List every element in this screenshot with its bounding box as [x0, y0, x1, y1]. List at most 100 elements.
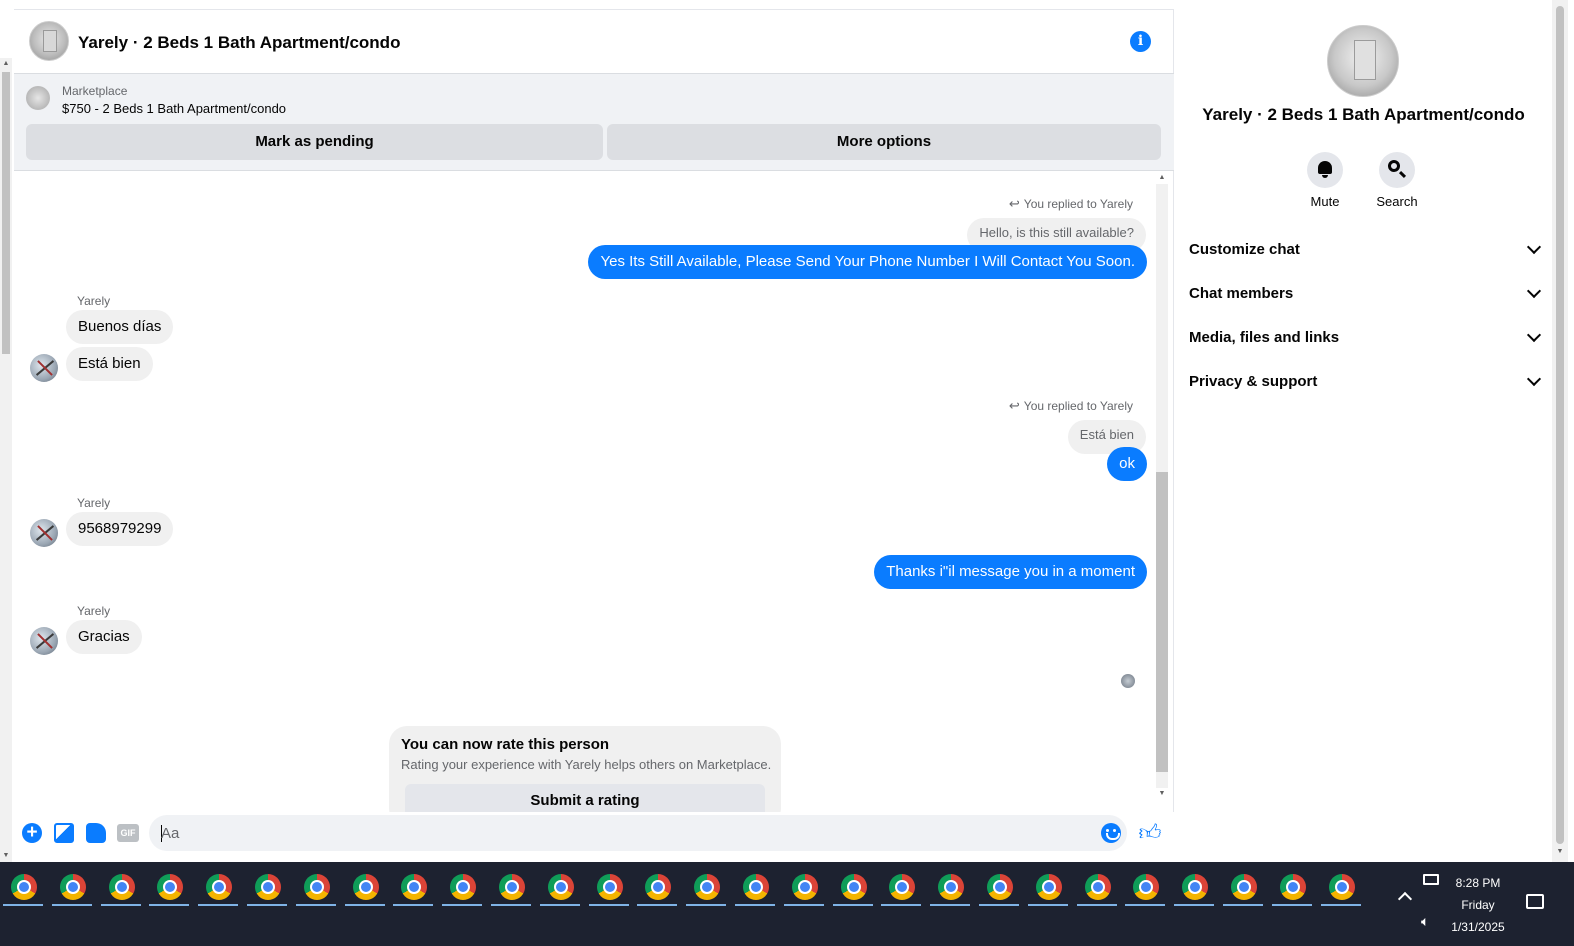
sender-name: Yarely [77, 496, 111, 510]
taskbar-chrome-window[interactable] [684, 866, 730, 906]
contact-avatar[interactable] [30, 627, 58, 655]
outgoing-message[interactable]: ok [1107, 447, 1147, 481]
taskbar-chrome-window[interactable] [1, 866, 47, 906]
taskbar-chrome-window[interactable] [294, 866, 340, 906]
sticker-icon[interactable] [86, 823, 106, 843]
reply-icon: ↩ [1008, 196, 1020, 211]
contact-avatar[interactable] [30, 354, 58, 382]
taskbar-chrome-window[interactable] [343, 866, 389, 906]
scroll-down-arrow-icon[interactable]: ▼ [1154, 788, 1170, 800]
listing-thumbnail[interactable] [26, 86, 50, 110]
scroll-up-arrow-icon[interactable]: ▲ [1154, 172, 1170, 184]
taskbar-chrome-window[interactable] [1123, 866, 1169, 906]
taskbar-chrome-window[interactable] [635, 866, 681, 906]
emoji-icon[interactable] [1101, 823, 1121, 843]
chrome-icon [889, 874, 916, 900]
thread-scrollbar[interactable]: ▲ ▼ [1154, 172, 1170, 800]
plus-icon[interactable]: + [22, 823, 42, 843]
submit-rating-button[interactable]: Submit a rating [405, 784, 765, 812]
taskbar-chrome-window[interactable] [489, 866, 535, 906]
scroll-up-arrow-icon[interactable]: ▲ [0, 58, 12, 70]
active-window-indicator [539, 904, 580, 906]
section-label: Chat members [1189, 285, 1294, 302]
active-window-indicator [344, 904, 385, 906]
scrollbar-thumb[interactable] [2, 72, 10, 354]
more-options-button[interactable]: More options [607, 124, 1161, 160]
section-label: Customize chat [1189, 241, 1300, 258]
scroll-down-arrow-icon[interactable]: ▼ [1552, 848, 1568, 860]
bell-icon[interactable] [1307, 152, 1343, 188]
chrome-icon [255, 874, 281, 900]
taskbar-chrome-window[interactable] [245, 866, 291, 906]
incoming-message[interactable]: Buenos días [66, 310, 174, 344]
incoming-message[interactable]: Gracias [66, 620, 142, 654]
clock-day: Friday [1461, 898, 1495, 912]
chrome-icon [157, 874, 184, 900]
notification-center-icon[interactable] [1526, 894, 1544, 909]
contact-avatar[interactable] [30, 519, 58, 547]
taskbar-chrome-window[interactable] [50, 866, 96, 906]
message-input-wrapper[interactable] [149, 815, 1127, 851]
search-icon[interactable] [1379, 152, 1415, 188]
incoming-message[interactable]: Está bien [66, 347, 153, 381]
taskbar-chrome-window[interactable] [196, 866, 242, 906]
info-icon[interactable]: i [1130, 31, 1151, 52]
taskbar-chrome-window[interactable] [977, 866, 1023, 906]
message-input[interactable] [161, 815, 1081, 851]
taskbar-chrome-window[interactable] [1221, 866, 1267, 906]
chrome-icon [791, 874, 818, 900]
taskbar-chrome-window[interactable] [928, 866, 974, 906]
scrollbar-thumb[interactable] [1556, 6, 1564, 844]
active-window-indicator [491, 904, 531, 906]
network-icon[interactable] [1423, 874, 1439, 885]
taskbar-chrome-window[interactable] [440, 866, 486, 906]
marketplace-bar: Marketplace $750 - 2 Beds 1 Bath Apartme… [14, 74, 1174, 171]
photo-icon[interactable] [54, 823, 74, 843]
taskbar-chrome-window[interactable] [831, 866, 877, 906]
outgoing-message[interactable]: Yes Its Still Available, Please Send You… [588, 245, 1147, 279]
chevron-down-icon [1526, 283, 1542, 299]
page-scrollbar-right[interactable]: ▼ [1552, 0, 1568, 862]
active-window-indicator [588, 904, 629, 906]
listing-avatar-large[interactable] [1327, 25, 1399, 97]
incoming-message[interactable]: 9568979299 [66, 512, 174, 546]
taskbar-chrome-window[interactable] [733, 866, 779, 906]
taskbar-chrome-window[interactable] [782, 866, 828, 906]
volume-icon[interactable]: 🔈︎ [1421, 913, 1429, 930]
taskbar-chrome-window[interactable] [147, 866, 193, 906]
taskbar-chrome-window[interactable] [587, 866, 633, 906]
taskbar-chrome-window[interactable] [1319, 866, 1365, 906]
taskbar-chrome-window[interactable] [99, 866, 145, 906]
section-chat-members[interactable]: Chat members [1189, 272, 1542, 316]
thumbs-up-icon[interactable]: 👍︎ [1138, 821, 1162, 845]
taskbar-chrome-window[interactable] [391, 866, 437, 906]
chrome-icon [401, 874, 428, 900]
taskbar-chrome-window[interactable] [879, 866, 925, 906]
page-scrollbar-left[interactable]: ▲ ▼ [0, 58, 12, 862]
taskbar-chrome-window[interactable] [1075, 866, 1121, 906]
scrollbar-thumb[interactable] [1156, 472, 1168, 772]
sender-name: Yarely [77, 604, 111, 618]
mark-as-pending-button[interactable]: Mark as pending [26, 124, 603, 160]
gif-icon[interactable]: GIF [117, 824, 139, 842]
section-customize-chat[interactable]: Customize chat [1189, 228, 1542, 272]
scroll-down-arrow-icon[interactable]: ▼ [0, 850, 12, 862]
chat-title[interactable]: Yarely · 2 Beds 1 Bath Apartment/condo [78, 33, 400, 53]
active-window-indicator [637, 904, 678, 906]
section-privacy-support[interactable]: Privacy & support [1189, 360, 1542, 404]
mute-action[interactable]: Mute [1295, 152, 1355, 209]
taskbar-chrome-window[interactable] [1270, 866, 1316, 906]
taskbar-chrome-window[interactable] [1172, 866, 1218, 906]
listing-avatar[interactable] [29, 21, 69, 61]
listing-title[interactable]: $750 - 2 Beds 1 Bath Apartment/condo [62, 101, 286, 116]
chevron-up-icon[interactable] [1397, 891, 1413, 907]
outgoing-message[interactable]: Thanks i"il message you in a moment [874, 555, 1147, 589]
taskbar-chrome-window[interactable] [1026, 866, 1072, 906]
system-clock[interactable]: 8:28 PM Friday 1/31/2025 [1448, 872, 1508, 938]
seen-indicator-avatar [1121, 674, 1135, 688]
active-window-indicator [979, 904, 1019, 906]
search-action[interactable]: Search [1367, 152, 1427, 209]
active-window-indicator [783, 904, 824, 906]
section-media-files-links[interactable]: Media, files and links [1189, 316, 1542, 360]
taskbar-chrome-window[interactable] [538, 866, 584, 906]
